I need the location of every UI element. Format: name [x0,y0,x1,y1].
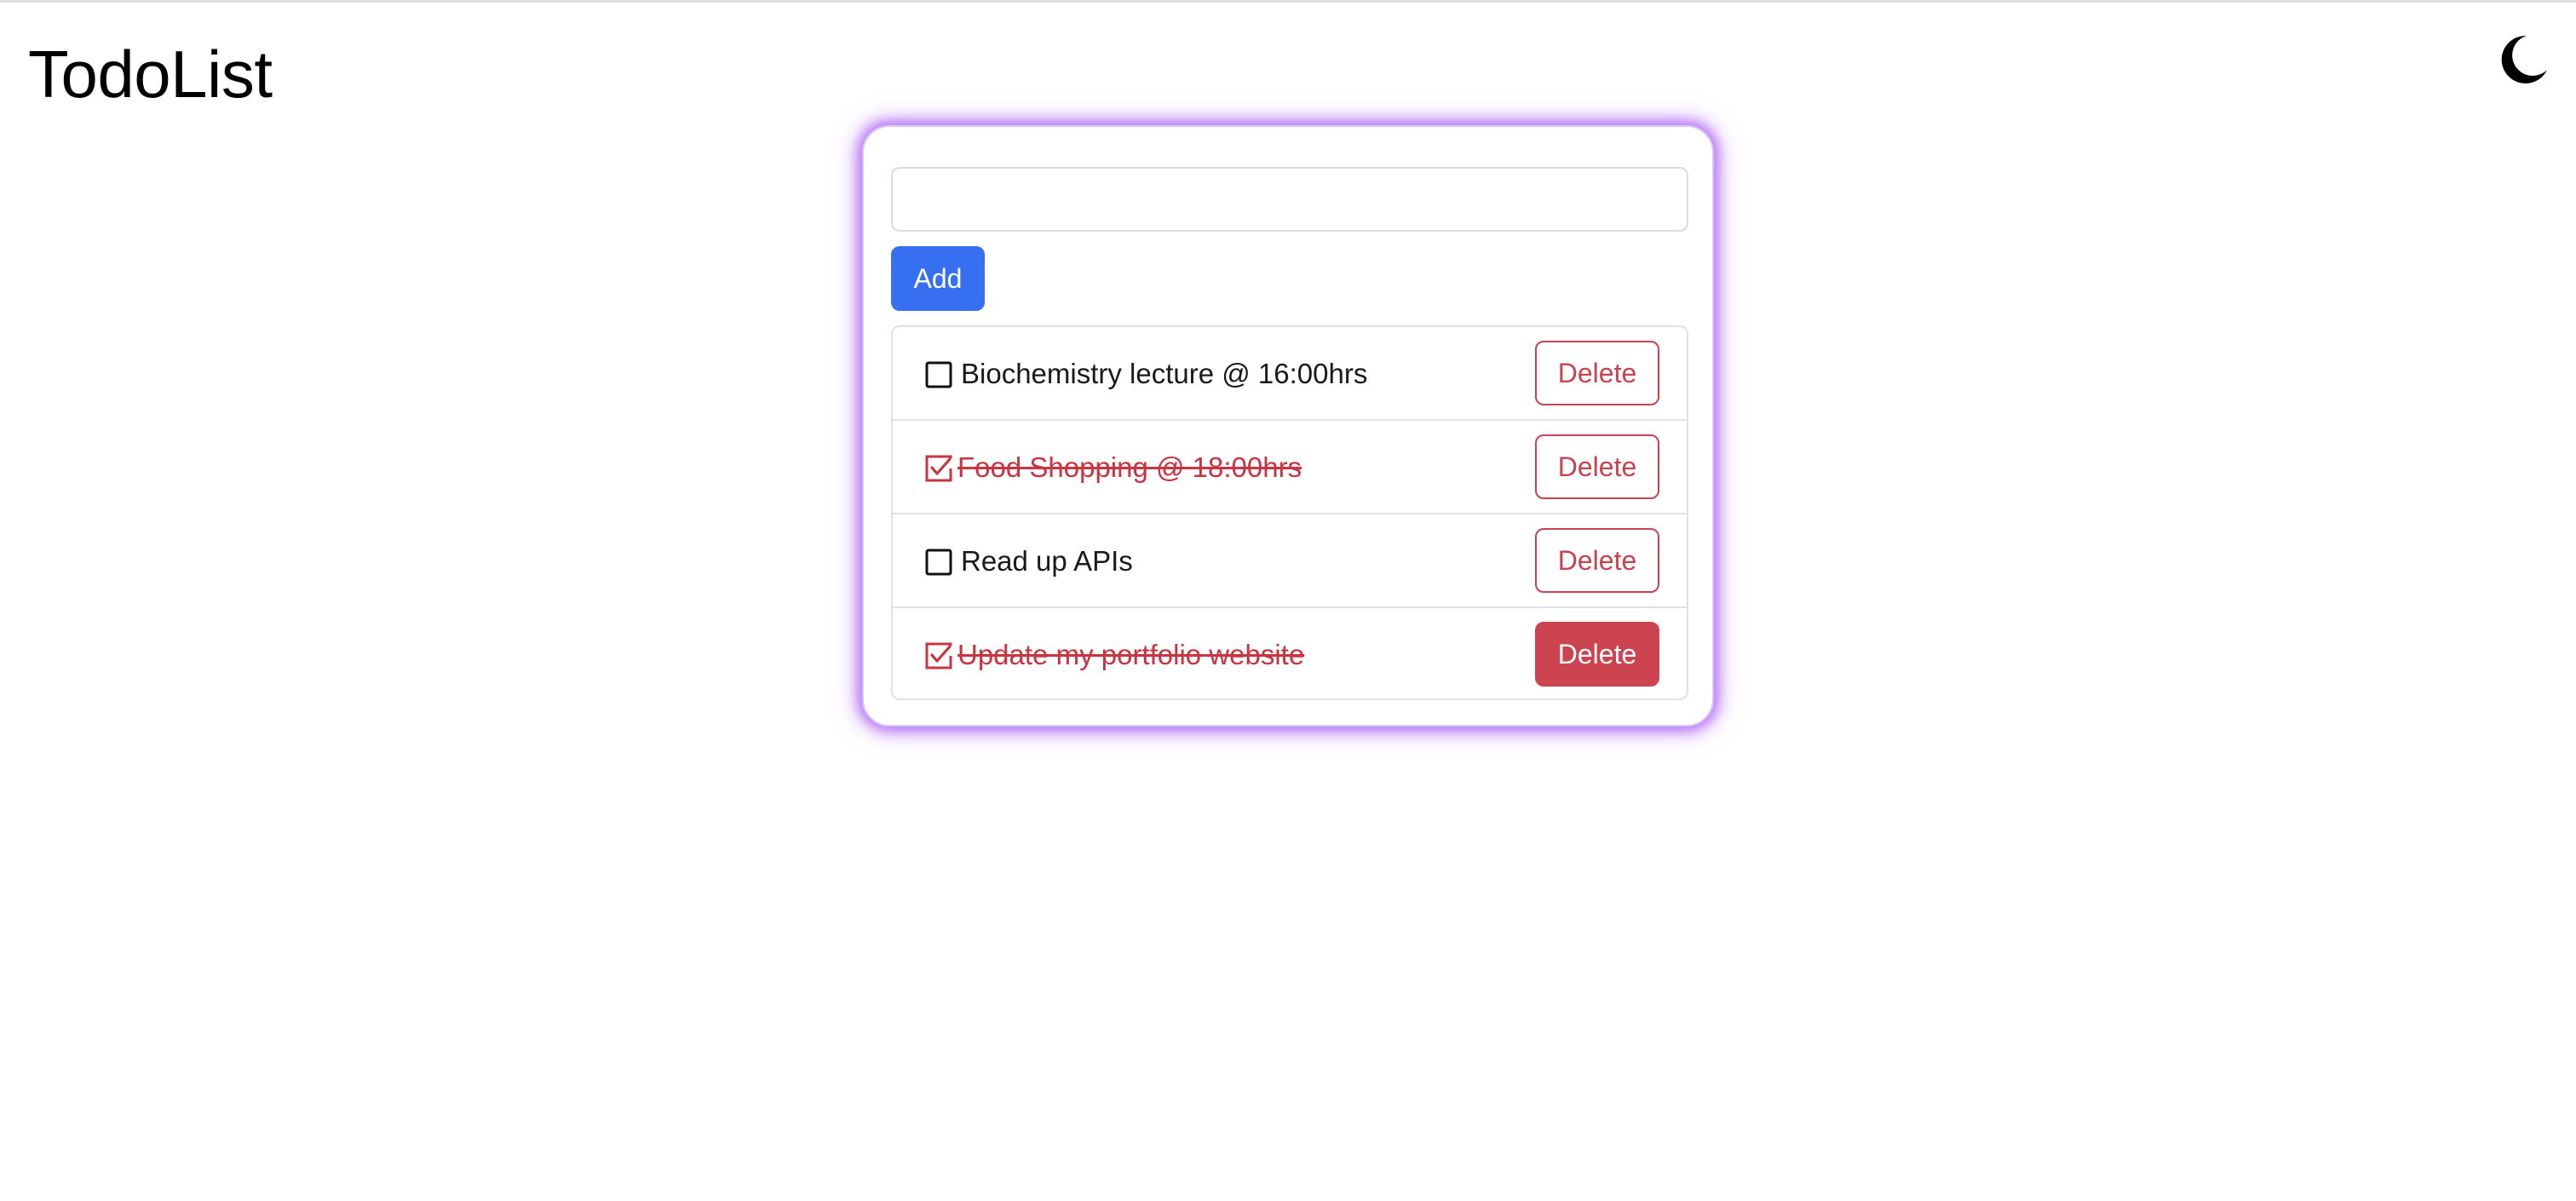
delete-button[interactable]: Delete [1535,341,1659,405]
unchecked-checkbox[interactable] [925,549,952,576]
todo-item: Biochemistry lecture @ 16:00hrs Delete [893,327,1687,421]
checked-checkbox[interactable] [925,455,952,482]
unchecked-checkbox[interactable] [925,361,952,388]
checkbox-empty-icon [925,361,952,388]
delete-button[interactable]: Delete [1535,434,1659,499]
todo-card: Add Biochemistry lecture @ 16:00hrs Dele… [862,125,1714,727]
todo-item: Read up APIs Delete [893,514,1687,608]
theme-toggle-button[interactable] [2493,29,2552,89]
checkbox-checked-icon [925,642,952,669]
todo-list: Biochemistry lecture @ 16:00hrs Delete F… [891,325,1688,700]
app-title: TodoList [28,37,273,112]
checkbox-checked-icon [925,455,952,482]
new-task-input[interactable] [891,167,1688,232]
todo-text: Food Shopping @ 18:00hrs [957,451,1302,483]
top-divider [0,0,2576,3]
todo-text: Update my portfolio website [957,639,1305,670]
checkbox-empty-icon [925,549,952,576]
delete-button[interactable]: Delete [1535,528,1659,593]
todo-item: Food Shopping @ 18:00hrs Delete [893,421,1687,514]
todo-text: Biochemistry lecture @ 16:00hrs [961,358,1368,389]
moon-icon [2501,35,2547,83]
todo-text: Read up APIs [961,545,1133,577]
delete-button[interactable]: Delete [1535,622,1659,687]
todo-item: Update my portfolio website Delete [893,608,1687,698]
checked-checkbox[interactable] [925,642,952,669]
add-button[interactable]: Add [891,246,985,311]
